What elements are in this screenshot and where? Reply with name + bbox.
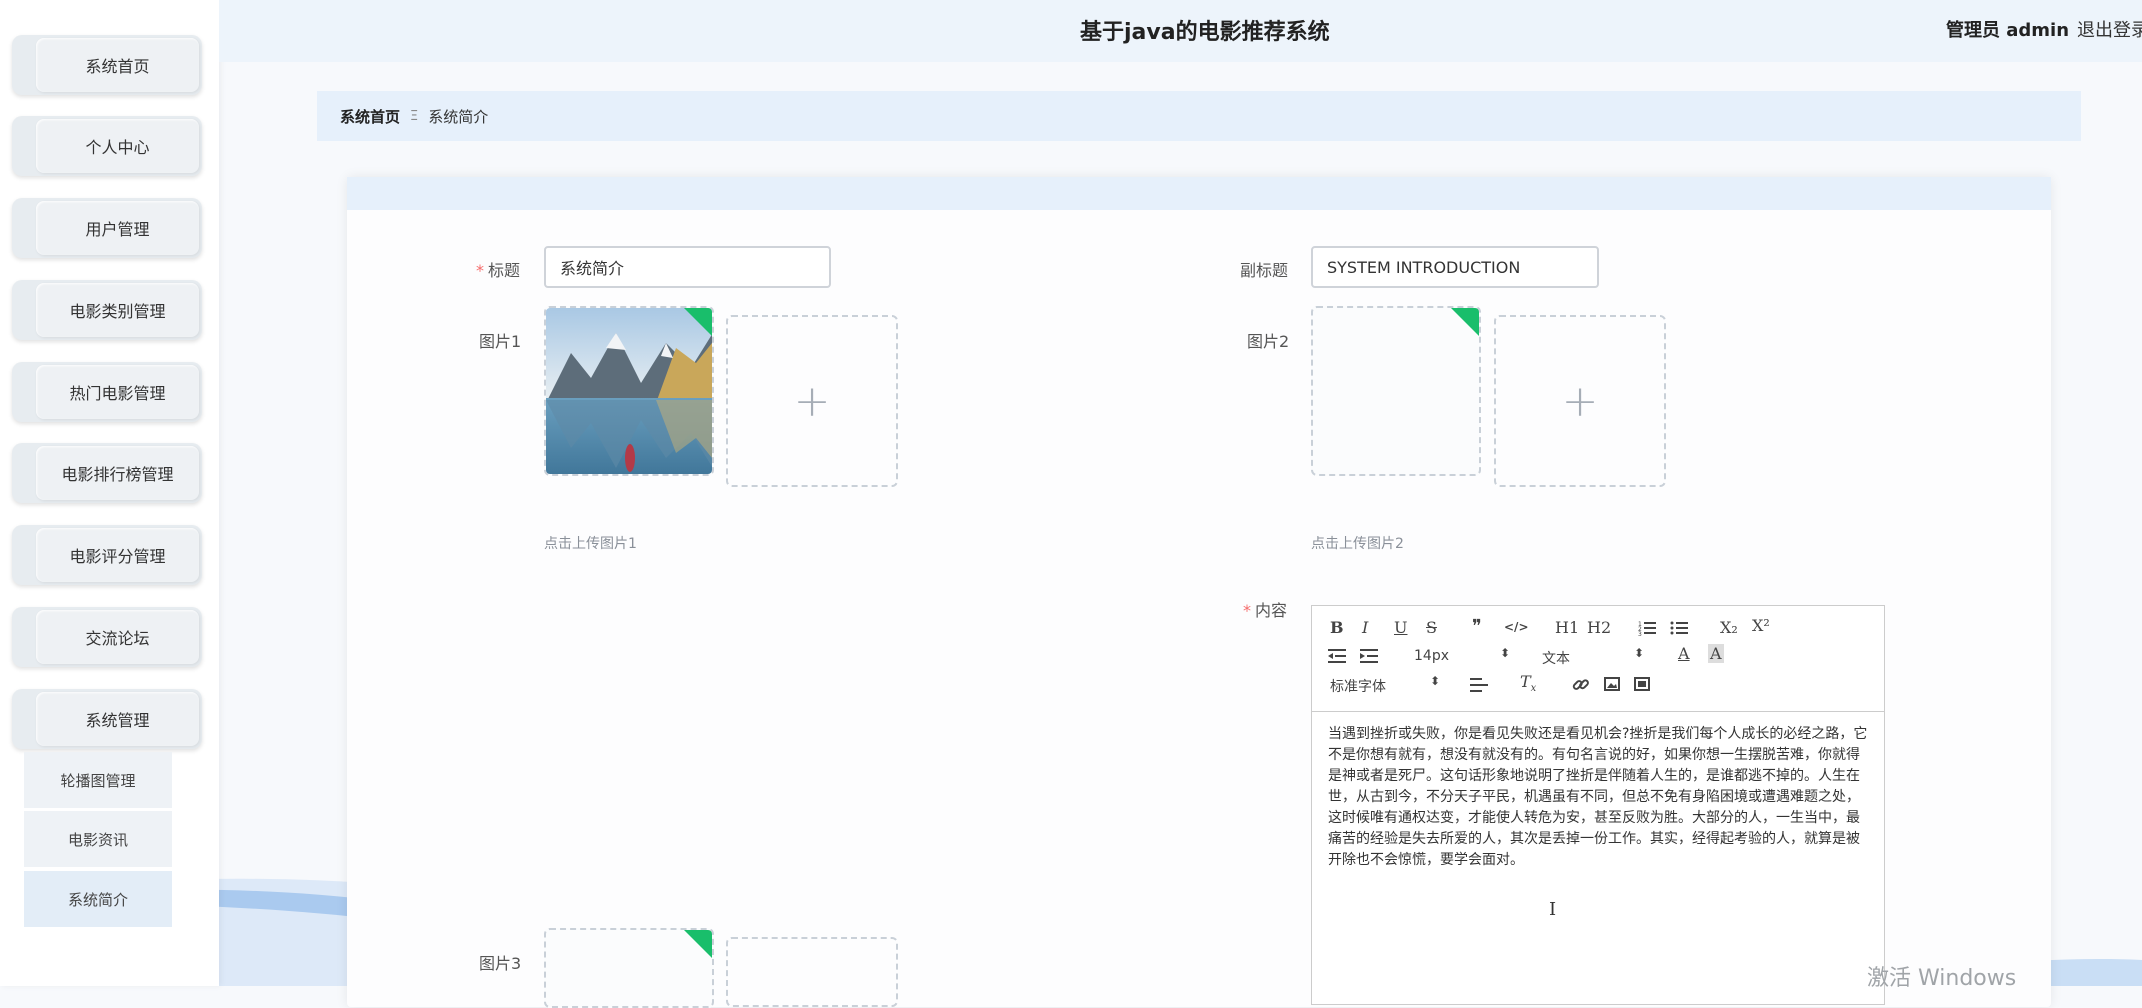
image2-upload-button[interactable]: + — [1494, 315, 1666, 487]
sidebar-item-users[interactable]: 用户管理 — [12, 198, 202, 258]
content-label: * 内容 — [1243, 601, 1288, 620]
sidebar-item-label: 个人中心 — [36, 119, 199, 173]
rich-text-editor: B I U S ❞ </> H1 H2 123 X₂ X² 14px ⬍ 文本 … — [1311, 605, 1885, 1005]
required-mark: * — [1243, 601, 1251, 620]
video-icon[interactable] — [1634, 677, 1650, 691]
ordered-list-icon[interactable]: 123 — [1638, 620, 1656, 636]
windows-activation-watermark: 激活 Windows — [1867, 966, 2017, 991]
svg-text:3: 3 — [1638, 631, 1642, 636]
upload-success-mark — [1450, 308, 1479, 337]
sidebar-item-movie-category[interactable]: 电影类别管理 — [12, 280, 202, 340]
h1-button[interactable]: H1 — [1555, 618, 1579, 637]
required-mark: * — [476, 261, 484, 280]
title-label: * 标题 — [476, 261, 521, 280]
sidebar-item-label: 交流论坛 — [36, 610, 199, 664]
plus-icon: + — [1561, 375, 1599, 427]
bold-button[interactable]: B — [1330, 618, 1344, 637]
format-select[interactable]: 文本 — [1542, 648, 1570, 668]
sidebar-subitem-label: 系统简介 — [67, 890, 128, 909]
breadcrumb-separator-icon: Ξ — [410, 108, 419, 124]
h2-button[interactable]: H2 — [1587, 618, 1611, 637]
breadcrumb: 系统首页 Ξ 系统简介 — [317, 91, 2081, 141]
background-color-icon[interactable]: A — [1708, 644, 1724, 663]
image2-hint: 点击上传图片2 — [1311, 536, 1404, 552]
sidebar-subitem-intro[interactable]: 系统简介 — [24, 871, 172, 927]
sidebar-item-label: 系统管理 — [36, 692, 199, 746]
sidebar-item-forum[interactable]: 交流论坛 — [12, 607, 202, 667]
app-title: 基于java的电影推荐系统 — [1080, 20, 1330, 45]
underline-button[interactable]: U — [1394, 618, 1407, 637]
sidebar-item-label: 热门电影管理 — [36, 365, 199, 419]
font-color-icon[interactable]: A — [1678, 644, 1690, 663]
current-user: 管理员 admin — [1946, 20, 2070, 41]
outdent-icon[interactable] — [1328, 648, 1346, 664]
strike-button[interactable]: S — [1426, 618, 1437, 637]
image3-label: 图片3 — [479, 954, 522, 973]
subtitle-label: 副标题 — [1240, 261, 1289, 280]
text-cursor-icon: I — [1549, 899, 1557, 920]
sidebar-item-label: 电影评分管理 — [36, 528, 199, 582]
sidebar-item-label: 用户管理 — [36, 201, 199, 255]
sidebar-subitem-news[interactable]: 电影资讯 — [24, 811, 172, 867]
blockquote-button[interactable]: ❞ — [1472, 616, 1482, 637]
editor-toolbar: B I U S ❞ </> H1 H2 123 X₂ X² 14px ⬍ 文本 … — [1312, 606, 1884, 712]
sidebar-subitem-label: 电影资讯 — [67, 830, 128, 849]
breadcrumb-current: 系统简介 — [428, 107, 489, 126]
sidebar-item-hot-movies[interactable]: 热门电影管理 — [12, 362, 202, 422]
title-input[interactable] — [544, 246, 831, 288]
link-icon[interactable] — [1572, 676, 1590, 694]
sidebar-item-movie-ranking[interactable]: 电影排行榜管理 — [12, 443, 202, 503]
clear-format-icon[interactable]: Tx — [1520, 672, 1536, 694]
top-header: 基于java的电影推荐系统 管理员 admin 退出登录 — [219, 0, 2142, 62]
image3-upload-button[interactable] — [726, 937, 898, 1007]
sidebar-item-system[interactable]: 系统管理 — [12, 689, 202, 749]
breadcrumb-home[interactable]: 系统首页 — [340, 106, 400, 127]
card-header-band — [347, 177, 2051, 210]
font-size-select[interactable]: 14px — [1414, 648, 1449, 664]
sidebar-subitem-label: 轮播图管理 — [60, 771, 136, 790]
sidebar: 系统首页 个人中心 用户管理 电影类别管理 热门电影管理 电影排行榜管理 电影评… — [0, 0, 219, 986]
logout-link[interactable]: 退出登录 — [2077, 16, 2142, 42]
sidebar-item-label: 电影类别管理 — [36, 283, 199, 337]
image1-upload-button[interactable]: + — [726, 315, 898, 487]
image1-thumbnail[interactable] — [544, 306, 714, 476]
align-left-icon[interactable] — [1470, 678, 1488, 692]
sidebar-item-home[interactable]: 系统首页 — [12, 35, 202, 95]
bullet-list-icon[interactable] — [1670, 620, 1688, 636]
upload-success-mark — [683, 308, 712, 337]
sidebar-item-label: 电影排行榜管理 — [36, 446, 199, 500]
image1-label: 图片1 — [479, 332, 522, 351]
subtitle-input[interactable] — [1311, 246, 1599, 288]
superscript-button[interactable]: X² — [1752, 616, 1770, 635]
updown-arrows-icon: ⬍ — [1500, 646, 1511, 660]
upload-success-mark — [683, 930, 712, 959]
code-button[interactable]: </> — [1504, 620, 1529, 634]
italic-button[interactable]: I — [1362, 618, 1368, 637]
sidebar-item-movie-rating[interactable]: 电影评分管理 — [12, 525, 202, 585]
updown-arrows-icon: ⬍ — [1634, 646, 1645, 660]
sidebar-item-profile[interactable]: 个人中心 — [12, 116, 202, 176]
updown-arrows-icon: ⬍ — [1430, 674, 1441, 688]
font-family-select[interactable]: 标准字体 — [1330, 676, 1386, 696]
plus-icon: + — [793, 375, 831, 427]
image2-thumbnail[interactable] — [1311, 306, 1481, 476]
subscript-button[interactable]: X₂ — [1720, 618, 1738, 637]
sidebar-item-label: 系统首页 — [36, 38, 199, 92]
image1-hint: 点击上传图片1 — [544, 536, 637, 552]
image2-label: 图片2 — [1247, 332, 1290, 351]
image-icon[interactable] — [1604, 677, 1620, 691]
sidebar-subitem-carousel[interactable]: 轮播图管理 — [24, 752, 172, 808]
indent-icon[interactable] — [1360, 648, 1378, 664]
image3-thumbnail[interactable] — [544, 928, 714, 1008]
editor-content[interactable]: 当遇到挫折或失败，你是看见失败还是看见机会?挫折是我们每个人成长的必经之路，它不… — [1328, 724, 1872, 871]
